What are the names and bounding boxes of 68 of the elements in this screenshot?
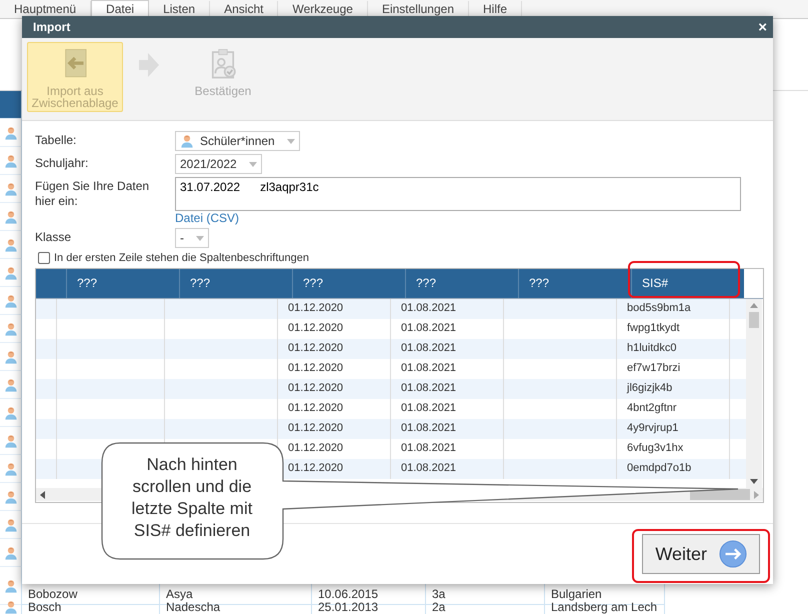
checkbox[interactable] <box>38 252 50 264</box>
field-label: Tabelle: <box>35 132 78 148</box>
person-icon <box>4 266 18 280</box>
person-icon <box>4 490 18 504</box>
person-icon <box>4 600 18 614</box>
table-cell: 01.08.2021 <box>391 459 504 479</box>
table-row[interactable]: 01.12.2020 01.08.2021 jl6gizjk4b <box>36 379 746 399</box>
table-cell: 01.08.2021 <box>391 339 504 359</box>
table-cell: h1luitdkc0 <box>617 339 730 359</box>
person-icon <box>4 154 18 168</box>
scroll-right-icon <box>754 490 759 498</box>
table-cell: jl6gizjk4b <box>617 379 730 399</box>
caret-icon <box>196 236 204 240</box>
person-icon <box>4 406 18 420</box>
table-cell: bod5s9bm1a <box>617 299 730 319</box>
person-icon <box>180 134 194 148</box>
scroll-up-icon <box>750 303 758 308</box>
data-input-field[interactable]: 31.07.2022 zl3aqpr31c <box>175 177 741 211</box>
table-cell: 0emdpd7o1b <box>617 459 730 479</box>
table-cell: 01.08.2021 <box>391 379 504 399</box>
person-icon <box>4 462 18 476</box>
table-row[interactable]: 01.12.2020 01.08.2021 h1luitdkc0 <box>36 339 746 359</box>
person-icon <box>4 350 18 364</box>
column-header[interactable]: ??? <box>518 269 631 298</box>
column-header[interactable]: SIS# <box>631 269 744 298</box>
person-icon <box>4 126 18 140</box>
next-button[interactable]: Weiter <box>642 534 760 574</box>
person-icon <box>4 294 18 308</box>
table-row[interactable]: 01.12.2020 01.08.2021 4y9rvjrup1 <box>36 419 746 439</box>
scroll-left-icon <box>40 490 45 498</box>
checkbox-label: In der ersten Zeile stehen die Spaltenbeschriftungen <box>54 252 309 264</box>
column-header[interactable]: ??? <box>66 269 179 298</box>
caret-icon <box>286 138 295 144</box>
column-header[interactable]: ??? <box>292 269 405 298</box>
window-title: Import <box>33 20 70 34</box>
column-header[interactable]: ??? <box>179 269 292 298</box>
table-cell: 01.12.2020 <box>278 419 391 439</box>
table-cell: 01.08.2021 <box>391 419 504 439</box>
vertical-scrollbar[interactable] <box>746 299 762 488</box>
dropdown[interactable]: - <box>175 228 209 248</box>
person-icon <box>4 378 18 392</box>
field-label: Fügen Sie Ihre Daten hier ein: <box>35 178 150 209</box>
table-cell: 4y9rvjrup1 <box>617 419 730 439</box>
file-link[interactable]: Datei (CSV) <box>175 211 240 225</box>
person-icon <box>4 210 18 224</box>
person-icon <box>4 434 18 448</box>
field-label: Schuljahr: <box>35 155 90 171</box>
person-icon <box>4 238 18 252</box>
person-icon <box>4 182 18 196</box>
person-icon <box>4 518 18 532</box>
arrow-right-circle-icon <box>719 540 747 568</box>
field-label: Klasse <box>35 229 72 245</box>
table-cell: 01.08.2021 <box>391 299 504 319</box>
caret-icon <box>248 162 257 166</box>
dropdown[interactable]: 2021/2022 <box>175 154 262 174</box>
person-icon <box>4 578 18 592</box>
scroll-thumb[interactable] <box>749 312 759 328</box>
dropdown[interactable]: Schüler*innen <box>175 131 300 151</box>
person-icon <box>4 546 18 560</box>
table-cell: 01.12.2020 <box>278 299 391 319</box>
table-cell: 01.12.2020 <box>278 339 391 359</box>
scroll-down-icon <box>750 479 758 484</box>
close-button[interactable]: × <box>758 20 767 34</box>
table-row[interactable]: 01.12.2020 01.08.2021 bod5s9bm1a <box>36 299 746 319</box>
column-header <box>36 269 66 298</box>
table-cell: 01.12.2020 <box>278 379 391 399</box>
column-header[interactable]: ??? <box>405 269 518 298</box>
person-icon <box>4 322 18 336</box>
